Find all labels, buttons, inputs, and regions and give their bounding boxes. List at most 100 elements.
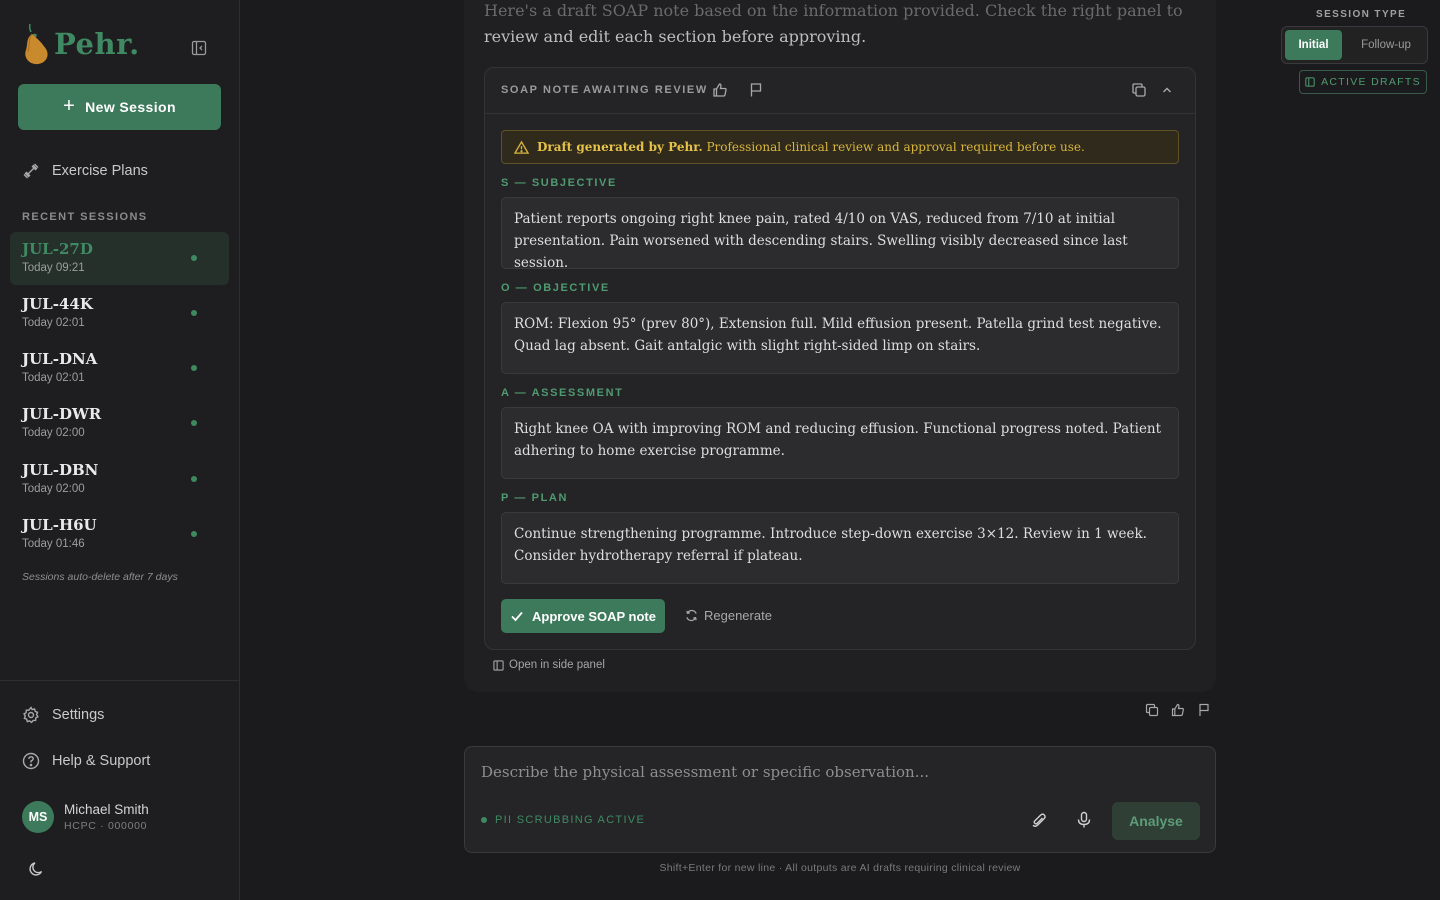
session-time: Today 02:00 bbox=[22, 483, 85, 495]
nav-exercise-plans[interactable]: Exercise Plans bbox=[22, 162, 148, 180]
user-name: Michael Smith bbox=[64, 802, 149, 817]
soap-note-card: SOAP NOTE AWAITING REVIEW Draft generate… bbox=[484, 67, 1196, 650]
thumbs-up-message-icon[interactable] bbox=[1171, 703, 1185, 717]
dumbbell-icon bbox=[23, 163, 39, 179]
session-time: Today 09:21 bbox=[22, 262, 85, 274]
assessment-textarea[interactable]: Right knee OA with improving ROM and red… bbox=[501, 407, 1179, 479]
section-label-objective: O — OBJECTIVE bbox=[501, 282, 610, 294]
session-type-toggle: Initial Follow-up bbox=[1281, 26, 1428, 64]
microphone-icon[interactable] bbox=[1075, 811, 1093, 829]
session-id: JUL-DBN bbox=[22, 461, 99, 479]
analyse-button[interactable]: Analyse bbox=[1112, 802, 1200, 840]
session-id: JUL-27D bbox=[22, 240, 93, 258]
check-icon bbox=[511, 611, 523, 622]
session-time: Today 02:01 bbox=[22, 372, 85, 384]
recent-sessions-heading: RECENT SESSIONS bbox=[22, 211, 148, 223]
session-status-dot bbox=[191, 531, 197, 537]
nav-settings-label: Settings bbox=[52, 707, 105, 723]
warning-bold-text: Draft generated by Pehr. bbox=[537, 140, 703, 154]
theme-toggle-button[interactable] bbox=[28, 860, 48, 880]
session-id: JUL-44K bbox=[22, 295, 93, 313]
active-drafts-label: ACTIVE DRAFTS bbox=[1321, 76, 1421, 88]
session-item[interactable]: JUL-27D Today 09:21 bbox=[10, 232, 229, 285]
draft-warning-banner: Draft generated by Pehr. Professional cl… bbox=[501, 130, 1179, 164]
objective-textarea[interactable]: ROM: Flexion 95° (prev 80°), Extension f… bbox=[501, 302, 1179, 374]
session-item[interactable]: JUL-DWR Today 02:00 bbox=[10, 397, 229, 450]
session-item[interactable]: JUL-44K Today 02:01 bbox=[10, 287, 229, 340]
session-status-dot bbox=[191, 476, 197, 482]
session-item[interactable]: JUL-H6U Today 01:46 bbox=[10, 508, 229, 561]
pii-status-dot bbox=[481, 817, 487, 823]
user-registration: HCPC · 000000 bbox=[64, 820, 148, 832]
section-label-assessment: A — ASSESSMENT bbox=[501, 387, 624, 399]
composer: PII SCRUBBING ACTIVE Analyse bbox=[464, 746, 1216, 853]
regenerate-button[interactable]: Regenerate bbox=[685, 608, 772, 623]
nav-help-label: Help & Support bbox=[52, 753, 151, 769]
help-circle-icon bbox=[22, 752, 40, 770]
composer-footnote: Shift+Enter for new line · All outputs a… bbox=[659, 862, 1021, 874]
flag-icon[interactable] bbox=[748, 82, 764, 98]
approve-label: Approve SOAP note bbox=[531, 608, 656, 624]
session-time: Today 02:01 bbox=[22, 317, 85, 329]
session-time: Today 01:46 bbox=[22, 538, 85, 550]
warning-text: Draft generated by Pehr. Professional cl… bbox=[537, 140, 1085, 154]
intro-line-faded: Here's a draft SOAP note based on the in… bbox=[484, 1, 1183, 20]
session-time: Today 02:00 bbox=[22, 427, 85, 439]
soap-note-title: SOAP NOTE bbox=[501, 84, 580, 96]
open-side-panel-label: Open in side panel bbox=[509, 659, 605, 671]
paperclip-icon[interactable] bbox=[1030, 811, 1048, 829]
thumbs-up-icon[interactable] bbox=[712, 82, 728, 98]
pii-label: PII SCRUBBING ACTIVE bbox=[495, 814, 646, 826]
section-label-plan: P — PLAN bbox=[501, 492, 568, 504]
pii-scrubbing-indicator: PII SCRUBBING ACTIVE bbox=[481, 814, 645, 826]
warning-triangle-icon bbox=[514, 140, 529, 154]
active-drafts-button[interactable]: ACTIVE DRAFTS bbox=[1299, 70, 1427, 94]
refresh-icon bbox=[686, 609, 697, 622]
session-id: JUL-DNA bbox=[22, 350, 98, 368]
warning-body-text: Professional clinical review and approva… bbox=[702, 140, 1085, 154]
sidebar: Pehr. + New Session Exercise Plans RECEN… bbox=[0, 0, 240, 900]
plan-textarea[interactable]: Continue strengthening programme. Introd… bbox=[501, 512, 1179, 584]
sidebar-collapse-icon bbox=[191, 40, 207, 56]
soap-status-badge: AWAITING REVIEW bbox=[583, 84, 708, 96]
moon-icon bbox=[29, 862, 43, 876]
session-status-dot bbox=[191, 255, 197, 261]
session-status-dot bbox=[191, 310, 197, 316]
session-status-dot bbox=[191, 420, 197, 426]
nav-help-support[interactable]: Help & Support bbox=[22, 752, 150, 770]
copy-icon[interactable] bbox=[1131, 82, 1147, 98]
open-side-panel-link[interactable]: Open in side panel bbox=[493, 659, 605, 671]
copy-message-icon[interactable] bbox=[1145, 703, 1159, 717]
panel-icon bbox=[1305, 77, 1315, 87]
regenerate-label: Regenerate bbox=[704, 608, 772, 623]
brand-name: Pehr. bbox=[54, 27, 140, 61]
pear-logo-icon bbox=[25, 23, 48, 65]
panel-icon bbox=[493, 659, 504, 671]
collapse-sidebar-button[interactable] bbox=[188, 38, 210, 58]
session-type-followup-option[interactable]: Follow-up bbox=[1348, 30, 1424, 60]
new-session-button[interactable]: + New Session bbox=[18, 84, 221, 130]
session-type-label: SESSION TYPE bbox=[1316, 9, 1407, 20]
avatar[interactable]: MS bbox=[22, 801, 54, 833]
autodelete-note: Sessions auto-delete after 7 days bbox=[22, 571, 178, 583]
intro-line: review and edit each section before appr… bbox=[484, 27, 867, 46]
session-id: JUL-DWR bbox=[22, 405, 102, 423]
session-item[interactable]: JUL-DNA Today 02:01 bbox=[10, 342, 229, 395]
gear-icon bbox=[23, 706, 39, 724]
chevron-up-icon[interactable] bbox=[1159, 82, 1175, 98]
plus-icon: + bbox=[63, 94, 76, 117]
session-item[interactable]: JUL-DBN Today 02:00 bbox=[10, 453, 229, 506]
brand-logo[interactable]: Pehr. bbox=[18, 22, 140, 66]
approve-soap-button[interactable]: Approve SOAP note bbox=[501, 599, 665, 633]
session-status-dot bbox=[191, 365, 197, 371]
nav-settings[interactable]: Settings bbox=[22, 706, 104, 724]
assistant-intro-text: Here's a draft SOAP note based on the in… bbox=[484, 0, 1204, 50]
nav-exercise-plans-label: Exercise Plans bbox=[52, 163, 148, 179]
soap-note-header: SOAP NOTE AWAITING REVIEW bbox=[485, 68, 1195, 114]
observation-input[interactable] bbox=[481, 763, 1181, 781]
subjective-textarea[interactable]: Patient reports ongoing right knee pain,… bbox=[501, 197, 1179, 271]
session-id: JUL-H6U bbox=[22, 516, 97, 534]
session-type-initial-option[interactable]: Initial bbox=[1285, 30, 1342, 60]
flag-message-icon[interactable] bbox=[1197, 703, 1211, 717]
section-label-subjective: S — SUBJECTIVE bbox=[501, 177, 617, 189]
